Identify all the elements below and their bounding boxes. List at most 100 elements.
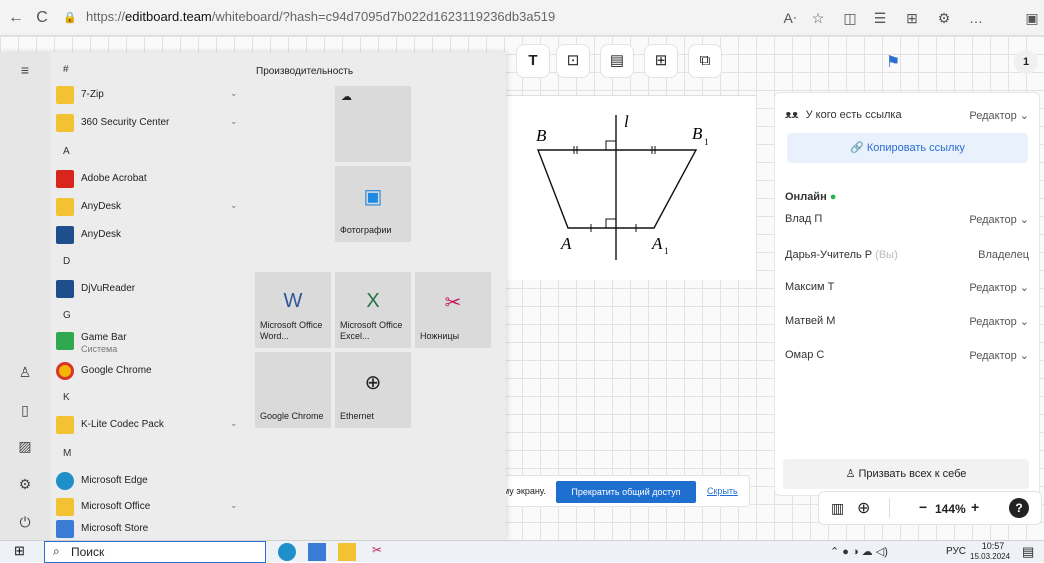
photos-icon: ▣ bbox=[363, 186, 383, 208]
trapezoid-drawing: B B 1 l A A 1 bbox=[506, 94, 756, 280]
table-tool-icon[interactable]: ⊞ bbox=[644, 44, 678, 78]
read-aloud-icon[interactable]: Aᐧ bbox=[780, 8, 800, 28]
chevron-down-icon: ⌄ bbox=[230, 500, 238, 510]
scissors-icon: ✂ bbox=[444, 292, 462, 314]
power-icon[interactable]: ⏻ bbox=[15, 512, 35, 532]
user-role-dropdown[interactable]: Редактор ⌄ bbox=[969, 349, 1029, 362]
you-label: (Вы) bbox=[875, 249, 898, 261]
user-name: Матвей М bbox=[785, 315, 836, 327]
layers-tool-icon[interactable]: ⧉ bbox=[688, 44, 722, 78]
settings-icon[interactable]: ⚙ bbox=[15, 474, 35, 494]
label-a1: A bbox=[651, 234, 663, 253]
user-role-dropdown[interactable]: Редактор ⌄ bbox=[969, 213, 1029, 226]
label-b1: B bbox=[692, 124, 703, 143]
tile-photos[interactable]: ▣ Фотографии bbox=[335, 166, 411, 242]
user-count-badge[interactable]: 1 bbox=[1014, 50, 1038, 74]
documents-icon[interactable]: ▯ bbox=[15, 400, 35, 420]
map-icon[interactable]: ▥ bbox=[831, 500, 844, 517]
notifications-icon[interactable]: ▤ bbox=[1022, 544, 1034, 560]
user-role-dropdown[interactable]: Редактор ⌄ bbox=[969, 281, 1029, 294]
app-label: Microsoft Office bbox=[81, 501, 151, 512]
tile-chrome[interactable]: Google Chrome bbox=[255, 352, 331, 428]
user-row: Максим Т Редактор ⌄ bbox=[785, 281, 1029, 294]
start-rail: ≡ ♙ ▯ ▨ ⚙ ⏻ bbox=[0, 52, 50, 540]
link-access-role-dropdown[interactable]: Редактор ⌄ bbox=[969, 109, 1029, 122]
call-all-button[interactable]: ♙ Призвать всех к себе bbox=[783, 459, 1029, 489]
user-role-dropdown[interactable]: Редактор ⌄ bbox=[969, 315, 1029, 328]
word-icon: W bbox=[283, 290, 303, 312]
stop-sharing-button[interactable]: Прекратить общий доступ bbox=[556, 481, 696, 503]
share-text: му экрану. bbox=[503, 486, 546, 496]
calculator-taskbar-icon[interactable] bbox=[308, 543, 326, 561]
taskbar-search[interactable]: ⌕ Поиск bbox=[44, 541, 266, 563]
user-row: Матвей М Редактор ⌄ bbox=[785, 315, 1029, 328]
zoom-in-button[interactable]: + bbox=[971, 499, 979, 515]
language-indicator[interactable]: РУС bbox=[946, 546, 966, 557]
user-row: Влад П Редактор ⌄ bbox=[785, 213, 1029, 226]
edge-taskbar-icon[interactable] bbox=[278, 543, 296, 561]
windows-start-icon[interactable]: ⊞ bbox=[14, 543, 32, 561]
image-tool-icon[interactable]: ⊡ bbox=[556, 44, 590, 78]
letter-header: M bbox=[63, 448, 72, 459]
tray-icons[interactable]: ⌃ ● ◑ ☁ ◁) bbox=[830, 545, 888, 558]
split-screen-icon[interactable]: ◫ bbox=[840, 8, 860, 28]
star-icon[interactable]: ☆ bbox=[808, 8, 828, 28]
excel-icon: X bbox=[366, 290, 380, 312]
clock-date: 15.03.2024 bbox=[970, 552, 1011, 561]
taskbar: ⊞ ⌕ Поиск ✂ ⌃ ● ◑ ☁ ◁) РУС 10:57 15.03.2… bbox=[0, 540, 1044, 563]
online-header: Онлайн ● bbox=[785, 191, 1029, 203]
label-l: l bbox=[624, 112, 629, 131]
sidebar-toggle-icon[interactable]: ▣ bbox=[1022, 8, 1042, 28]
label-b1-sub: 1 bbox=[704, 137, 709, 147]
tile-excel[interactable]: X Microsoft Office Excel... bbox=[335, 272, 411, 348]
gamebar-icon bbox=[56, 332, 74, 350]
crosshair-icon[interactable]: ⊕ bbox=[857, 498, 870, 518]
scissors-taskbar-icon[interactable]: ✂ bbox=[368, 543, 386, 561]
search-placeholder: Поиск bbox=[71, 545, 105, 559]
zoom-out-button[interactable]: − bbox=[919, 499, 927, 515]
tile-cloud[interactable]: ☁ bbox=[335, 86, 411, 162]
hide-link[interactable]: Скрыть bbox=[707, 486, 738, 496]
back-button[interactable]: ← bbox=[6, 8, 26, 28]
tile-scissors[interactable]: ✂ Ножницы bbox=[415, 272, 491, 348]
browser-chrome: ← C 🔒 https://editboard.team/whiteboard/… bbox=[0, 0, 1044, 36]
share-panel: ᴥᴥ У кого есть ссылка Редактор ⌄ 🔗 Копир… bbox=[774, 92, 1040, 496]
text-tool-button[interactable]: T bbox=[516, 44, 550, 78]
refresh-button[interactable]: C bbox=[32, 8, 52, 28]
user-role: Владелец bbox=[978, 249, 1029, 261]
app-sublabel: Система bbox=[81, 344, 118, 354]
tile-label: Ethernet bbox=[340, 411, 375, 421]
pictures-icon[interactable]: ▨ bbox=[15, 436, 35, 456]
user-row: Дарья-Учитель Р (Вы) Владелец bbox=[785, 249, 1029, 261]
start-menu: ≡ ♙ ▯ ▨ ⚙ ⏻ # Производительность 7-Zip ⌄ … bbox=[0, 52, 506, 540]
user-name: Дарья-Учитель Р bbox=[785, 249, 873, 261]
app-label: K-Lite Codec Pack bbox=[81, 419, 164, 430]
lock-icon: 🔒 bbox=[63, 12, 77, 24]
favorites-icon[interactable]: ☰ bbox=[870, 8, 890, 28]
folder-icon bbox=[56, 86, 74, 104]
copy-link-button[interactable]: 🔗 Копировать ссылку bbox=[787, 133, 1028, 163]
hamburger-icon[interactable]: ≡ bbox=[15, 60, 35, 80]
divider bbox=[889, 498, 890, 518]
address-bar[interactable]: https://editboard.team/whiteboard/?hash=… bbox=[86, 9, 555, 24]
extensions-icon[interactable]: ⚙ bbox=[934, 8, 954, 28]
more-icon[interactable]: … bbox=[966, 8, 986, 28]
link-access-row: ᴥᴥ У кого есть ссылка Редактор ⌄ bbox=[785, 109, 1029, 122]
trapezoid-svg: B B 1 l A A 1 bbox=[506, 94, 756, 260]
call-all-label: Призвать всех к себе bbox=[858, 468, 967, 480]
sticker-tool-icon[interactable]: ▤ bbox=[600, 44, 634, 78]
collections-icon[interactable]: ⊞ bbox=[902, 8, 922, 28]
user-icon[interactable]: ♙ bbox=[15, 362, 35, 382]
zoom-bar: ▥ ⊕ − 144% + ? bbox=[818, 491, 1042, 525]
help-button[interactable]: ? bbox=[1009, 498, 1029, 518]
filter-flag-icon[interactable]: ⚑ bbox=[883, 52, 903, 72]
explorer-taskbar-icon[interactable] bbox=[338, 543, 356, 561]
tile-word[interactable]: W Microsoft Office Word... bbox=[255, 272, 331, 348]
letter-header: # bbox=[63, 64, 69, 75]
label-b: B bbox=[536, 126, 547, 145]
tile-ethernet[interactable]: ⊕ Ethernet bbox=[335, 352, 411, 428]
search-icon: ⌕ bbox=[53, 544, 60, 558]
folder-icon bbox=[56, 498, 74, 516]
chevron-down-icon: ⌄ bbox=[230, 200, 238, 210]
letter-header: G bbox=[63, 310, 71, 321]
